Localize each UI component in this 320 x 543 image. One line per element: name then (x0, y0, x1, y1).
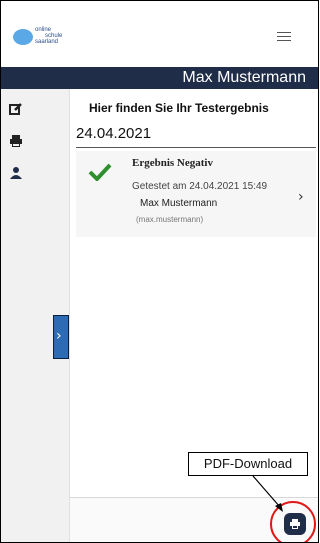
app-frame: online schule saarland Max Mustermann › … (0, 0, 319, 543)
callout-arrow (252, 475, 283, 512)
